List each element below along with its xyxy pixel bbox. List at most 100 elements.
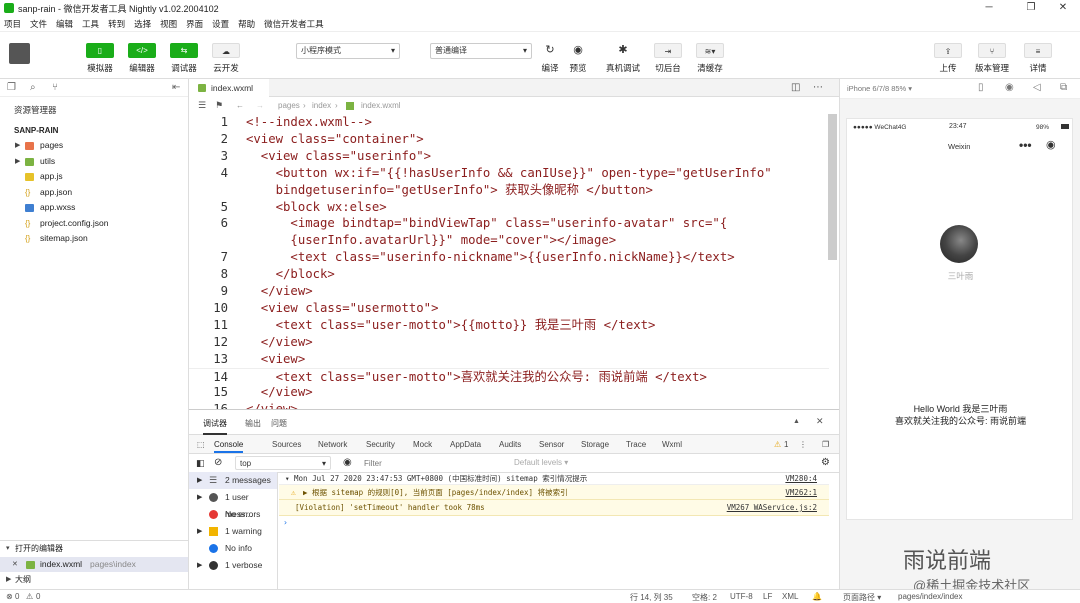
menu-item[interactable]: 转到 [108,18,125,30]
console-prompt[interactable]: › [279,516,829,530]
chevron-up-icon[interactable]: ▲ [793,418,800,425]
console-filter-verbose[interactable]: ▶ 1 verbose [189,557,277,574]
close-panel-icon[interactable]: ✕ [816,416,824,427]
levels-select[interactable]: Default levels ▾ [514,458,568,467]
tab-audits[interactable]: Audits [499,440,521,449]
tab-sources[interactable]: Sources [272,440,301,449]
more-dots-icon[interactable]: ••• [1019,138,1032,152]
code-line[interactable]: bindgetuserinfo="getUserInfo"> 获取头像昵称 </… [189,182,829,199]
maximize-icon[interactable]: ❐ [1014,0,1048,16]
back-icon[interactable]: ← [236,97,244,114]
code-line[interactable]: 8 </block> [189,266,829,283]
clear-cache-button[interactable]: ≋▾ 清缓存 [690,43,730,74]
code-line[interactable]: 6 <image bindtap="bindViewTap" class="us… [189,215,829,232]
inspect-icon[interactable]: ⬚ [197,440,205,449]
tab-mock[interactable]: Mock [413,440,432,449]
editor-tab[interactable]: index.wxml [189,79,269,97]
tab-wxml[interactable]: Wxml [662,440,682,449]
code-line[interactable]: 11 <text class="user-motto">{{motto}} 我是… [189,317,829,334]
avatar[interactable] [9,43,30,64]
menu-item[interactable]: 文件 [30,18,47,30]
open-editors-header[interactable]: ▾ 打开的编辑器 [0,541,188,557]
preview-button[interactable]: ◉ 预览 [558,43,598,74]
warning-count-icon[interactable]: ⚠ [774,440,781,449]
code-line[interactable]: 14 <text class="user-motto">喜欢就关注我的公众号: … [189,367,829,385]
tree-item-pages[interactable]: ▶ pages [0,138,188,154]
console-filter-warnings[interactable]: ▶ 1 warning [189,523,277,540]
code-line[interactable]: 15 </view> [189,384,829,401]
context-select[interactable]: top [235,456,331,471]
tab-console[interactable]: Console [214,440,244,453]
volume-icon[interactable]: ◁ [1033,82,1041,93]
clear-console-icon[interactable]: ⊘ [214,457,222,468]
capsule-close-icon[interactable]: ◉ [1046,138,1056,151]
code-line[interactable]: 1 <!--index.wxml--> [189,114,829,131]
menu-item[interactable]: 界面 [186,18,203,30]
eye-icon[interactable]: ◉ [343,457,352,468]
menu-item[interactable]: 项目 [4,18,21,30]
mode-select[interactable]: 小程序模式 [296,43,400,59]
tab-sensor[interactable]: Sensor [539,440,564,449]
user-avatar[interactable] [940,225,978,263]
minimize-icon[interactable]: ─ [972,0,1006,16]
phone-screen[interactable]: ●●●●● WeChat4G 23:47 98% Weixin ••• ◉ 三叶… [846,118,1073,520]
phone-icon[interactable]: ▯ [978,82,984,93]
tree-item-utils[interactable]: ▶ utils [0,154,188,170]
menu-icon[interactable]: ☰ [198,97,206,114]
outline-header[interactable]: ▶ 大纲 [0,572,188,588]
upload-button[interactable]: ⇪ 上传 [928,43,968,74]
editor-button[interactable]: </> 编辑器 [122,43,162,74]
debugger-button[interactable]: ⇆ 调试器 [164,43,204,74]
warning-icon[interactable]: ⚠ [26,592,33,601]
tab-network[interactable]: Network [318,440,347,449]
bell-icon[interactable]: 🔔 [812,592,822,601]
background-button[interactable]: ⇥ 切后台 [648,43,688,74]
menu-item[interactable]: 编辑 [56,18,73,30]
details-button[interactable]: ≡ 详情 [1018,43,1058,74]
real-device-debug-button[interactable]: ✱ 真机调试 [603,43,643,74]
files-icon[interactable]: ❐ [7,82,16,93]
tab-problems[interactable]: 问题 [271,418,287,429]
simulator-button[interactable]: ▯ 模拟器 [80,43,120,74]
device-select[interactable]: iPhone 6/7/8 85% ▾ [847,84,912,93]
page-path-select[interactable]: 页面路径 ▾ [843,592,881,603]
cursor-position[interactable]: 行 14, 列 35 [630,592,673,603]
bookmark-icon[interactable]: ⚑ [215,97,223,114]
tab-output[interactable]: 输出 [245,418,261,429]
split-editor-icon[interactable]: ◫ [791,82,800,93]
tree-item-app-json[interactable]: {} app.json [0,185,188,201]
menu-item[interactable]: 工具 [82,18,99,30]
compile-mode-select[interactable]: 普通编译 [430,43,532,59]
close-icon[interactable]: ✕ [1046,0,1080,16]
code-line[interactable]: 13 <view> [189,351,829,368]
search-icon[interactable]: ⌕ [30,82,36,93]
console-filter-input[interactable] [364,456,504,470]
record-icon[interactable]: ◉ [1005,82,1014,93]
code-line[interactable]: 3 <view class="userinfo"> [189,148,829,165]
project-root[interactable]: SANP-RAIN [0,123,188,139]
log-source-link[interactable]: VM267 WAService.js:2 [727,500,817,516]
tree-item-app-js[interactable]: app.js [0,169,188,185]
sidebar-toggle-icon[interactable]: ◧ [196,458,205,469]
code-line[interactable]: 2 <view class="container"> [189,131,829,148]
eol[interactable]: LF [763,592,772,601]
log-source-link[interactable]: VM262:1 [785,485,817,500]
code-editor[interactable]: 1 <!--index.wxml--> 2 <view class="containe… [189,114,839,409]
forward-icon[interactable]: → [256,97,264,114]
code-line[interactable]: {userInfo.avatarUrl}}" mode="cover"></im… [189,232,829,249]
git-icon[interactable]: ⑂ [52,82,58,93]
menu-item[interactable]: 微信开发者工具 [264,18,324,30]
code-line[interactable]: 7 <text class="userinfo-nickname">{{user… [189,249,829,266]
code-line[interactable]: 9 </view> [189,283,829,300]
breadcrumb-item[interactable]: index [312,97,331,114]
menu-item[interactable]: 设置 [212,18,229,30]
console-filter-messages[interactable]: ▶ ☰ 2 messages [189,472,277,489]
console-filter-errors[interactable]: No errors [189,506,277,523]
tab-debugger[interactable]: 调试器 [203,418,227,435]
tree-item-app-wxss[interactable]: app.wxss [0,200,188,216]
console-filter-user[interactable]: ▶ 1 user mess... [189,489,277,519]
code-line[interactable]: 12 </view> [189,334,829,351]
version-button[interactable]: ⑂ 版本管理 [972,43,1012,74]
tab-trace[interactable]: Trace [626,440,646,449]
editor-scrollbar[interactable] [828,114,837,260]
